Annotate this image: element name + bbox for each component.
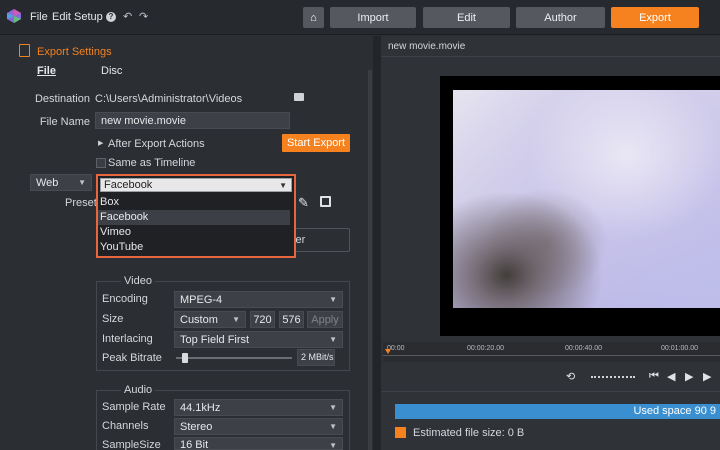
chevron-down-icon: ▼: [329, 441, 337, 450]
loop-icon[interactable]: ⟲: [566, 370, 575, 383]
preset-option-facebook[interactable]: Facebook: [98, 210, 290, 225]
playhead-marker[interactable]: [385, 349, 391, 354]
peak-bitrate-value: 2: [301, 352, 307, 362]
preset-dropdown-value: Facebook: [104, 179, 153, 191]
menu-edit[interactable]: Edit: [52, 11, 71, 23]
interlacing-value: Top Field First: [180, 334, 250, 346]
menu-setup[interactable]: Setup: [74, 11, 103, 23]
destination-value: C:\Users\Administrator\Videos: [95, 93, 243, 105]
size-label: Size: [102, 313, 124, 325]
edit-preset-icon[interactable]: ✎: [298, 195, 309, 211]
start-export-button[interactable]: Start Export: [282, 134, 350, 152]
chevron-down-icon: ▼: [78, 178, 86, 187]
preset-option-youtube[interactable]: YouTube: [98, 240, 290, 255]
after-export-actions-label[interactable]: After Export Actions: [108, 138, 205, 150]
ruler-tick-1: 00:00:20.00: [467, 345, 504, 352]
preview-title: new movie.movie: [388, 41, 466, 52]
peak-bitrate-unit: MBit/s: [308, 352, 334, 362]
channels-value: Stereo: [180, 421, 213, 433]
ruler-tick-3: 00:01:00.00: [661, 345, 698, 352]
format-select[interactable]: Web ▼: [30, 174, 92, 191]
tab-import[interactable]: Import: [330, 7, 416, 28]
save-preset-icon[interactable]: [320, 196, 331, 207]
estimated-file-size: Estimated file size: 0 B: [413, 427, 525, 439]
audio-group-title: Audio: [121, 384, 156, 396]
ruler-tick-2: 00:00:40.00: [565, 345, 602, 352]
tab-export[interactable]: Export: [611, 7, 699, 28]
width-input[interactable]: 720: [250, 311, 275, 328]
same-as-timeline-label: Same as Timeline: [108, 157, 196, 169]
left-panel-scrollbar[interactable]: [368, 70, 372, 450]
shuttle-control[interactable]: [591, 376, 635, 378]
step-back-icon[interactable]: ◀: [667, 370, 675, 383]
export-settings-title: Export Settings: [37, 46, 112, 58]
play-icon[interactable]: ▶: [685, 370, 693, 383]
apply-button[interactable]: Apply: [307, 311, 343, 328]
subtab-file[interactable]: File: [37, 65, 56, 77]
folder-icon[interactable]: [294, 93, 304, 101]
home-icon: ⌂: [310, 11, 317, 24]
sample-size-select[interactable]: 16 Bit ▼: [174, 437, 343, 450]
timeline-ruler[interactable]: 00:00 00:00:20.00 00:00:40.00 00:01:00.0…: [383, 342, 720, 362]
peak-bitrate-slider-track[interactable]: [176, 357, 292, 359]
expand-arrow-icon[interactable]: ▶: [98, 139, 103, 147]
preset-label: Preset: [65, 197, 97, 209]
chevron-down-icon: ▼: [329, 295, 337, 304]
peak-bitrate-slider-knob[interactable]: [182, 353, 189, 363]
interlacing-select[interactable]: Top Field First ▼: [174, 331, 343, 348]
tab-author[interactable]: Author: [516, 7, 605, 28]
encoding-label: Encoding: [102, 293, 148, 305]
disk-divider: [381, 391, 720, 392]
sample-rate-select[interactable]: 44.1kHz ▼: [174, 399, 343, 416]
sample-rate-value: 44.1kHz: [180, 402, 221, 414]
preset-option-vimeo[interactable]: Vimeo: [98, 225, 290, 240]
interlacing-label: Interlacing: [102, 333, 153, 345]
preview-title-divider: [381, 56, 720, 57]
encoding-value: MPEG-4: [180, 294, 223, 306]
preset-dropdown: Facebook ▼ Box Facebook Vimeo YouTube: [96, 174, 296, 258]
tab-edit[interactable]: Edit: [423, 7, 510, 28]
height-input[interactable]: 576: [279, 311, 304, 328]
encoding-select[interactable]: MPEG-4 ▼: [174, 291, 343, 308]
sample-rate-label: Sample Rate: [102, 401, 166, 413]
go-to-start-icon[interactable]: ⏮: [649, 370, 659, 383]
sample-size-value: 16 Bit: [180, 439, 209, 450]
panel-divider[interactable]: [373, 36, 381, 450]
same-as-timeline-checkbox[interactable]: [96, 158, 106, 168]
preset-option-box[interactable]: Box: [98, 195, 290, 210]
chevron-down-icon: ▼: [329, 335, 337, 344]
home-button[interactable]: ⌂: [303, 7, 324, 28]
sample-size-label: SampleSize: [102, 439, 161, 450]
size-value: Custom: [180, 314, 218, 326]
chevron-down-icon: ▼: [329, 403, 337, 412]
step-forward-icon[interactable]: ▶: [703, 370, 711, 383]
video-group-title: Video: [121, 275, 155, 287]
format-select-value: Web: [36, 177, 59, 189]
channels-select[interactable]: Stereo ▼: [174, 418, 343, 435]
channels-label: Channels: [102, 420, 149, 432]
estimated-size-swatch: [395, 427, 406, 438]
preset-dropdown-head[interactable]: Facebook ▼: [100, 178, 292, 192]
filename-label: File Name: [39, 116, 90, 128]
subtab-disc[interactable]: Disc: [101, 65, 122, 77]
help-icon[interactable]: ?: [106, 12, 116, 22]
menu-file[interactable]: File: [30, 11, 48, 23]
peak-bitrate-label: Peak Bitrate: [102, 352, 162, 364]
disk-usage-bar: Used space 90 9: [395, 404, 720, 419]
undo-icon[interactable]: ↶: [123, 10, 132, 23]
chevron-down-icon: ▼: [232, 315, 240, 324]
peak-bitrate-field[interactable]: 2 MBit/s: [297, 349, 335, 366]
chevron-down-icon: ▼: [329, 422, 337, 431]
ruler-baseline: [383, 355, 720, 356]
size-select[interactable]: Custom ▼: [174, 311, 246, 328]
video-frame-image: [453, 90, 720, 308]
filename-input[interactable]: new movie.movie: [95, 112, 290, 129]
destination-label: Destination: [34, 93, 90, 105]
redo-icon[interactable]: ↷: [139, 10, 148, 23]
export-settings-icon: [19, 44, 30, 57]
chevron-down-icon: ▼: [279, 181, 287, 190]
app-logo-icon: [7, 9, 21, 23]
